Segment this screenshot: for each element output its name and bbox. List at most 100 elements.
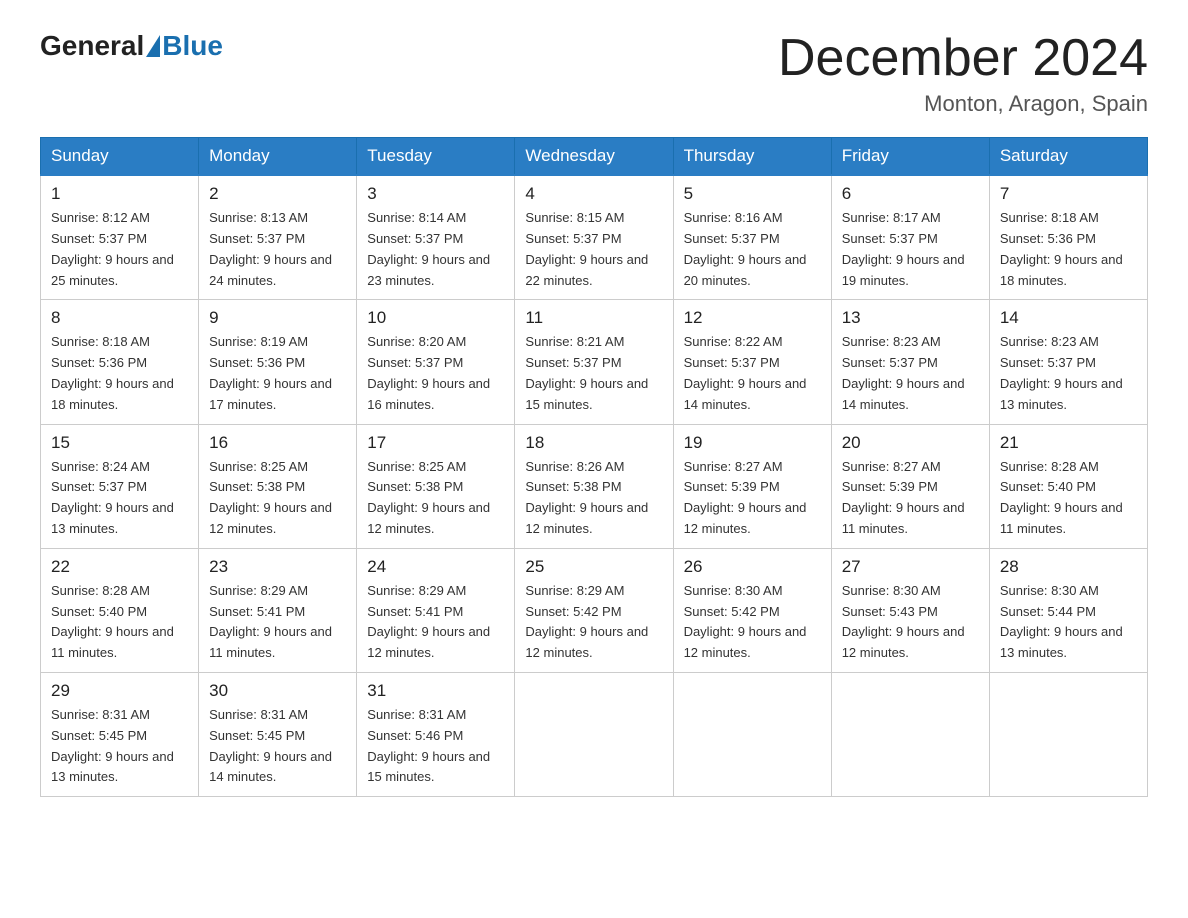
calendar-day-header: Monday — [199, 138, 357, 176]
calendar-cell: 29 Sunrise: 8:31 AM Sunset: 5:45 PM Dayl… — [41, 672, 199, 796]
day-info: Sunrise: 8:27 AM Sunset: 5:39 PM Dayligh… — [684, 457, 821, 540]
day-number: 29 — [51, 681, 188, 701]
day-number: 20 — [842, 433, 979, 453]
calendar-day-header: Thursday — [673, 138, 831, 176]
day-number: 11 — [525, 308, 662, 328]
calendar-cell — [989, 672, 1147, 796]
calendar-cell — [831, 672, 989, 796]
calendar-day-header: Sunday — [41, 138, 199, 176]
day-number: 25 — [525, 557, 662, 577]
day-number: 30 — [209, 681, 346, 701]
logo-blue-text: Blue — [162, 30, 223, 62]
calendar-cell: 21 Sunrise: 8:28 AM Sunset: 5:40 PM Dayl… — [989, 424, 1147, 548]
calendar-cell: 27 Sunrise: 8:30 AM Sunset: 5:43 PM Dayl… — [831, 548, 989, 672]
day-info: Sunrise: 8:30 AM Sunset: 5:44 PM Dayligh… — [1000, 581, 1137, 664]
day-info: Sunrise: 8:30 AM Sunset: 5:42 PM Dayligh… — [684, 581, 821, 664]
day-info: Sunrise: 8:31 AM Sunset: 5:45 PM Dayligh… — [51, 705, 188, 788]
calendar-cell: 20 Sunrise: 8:27 AM Sunset: 5:39 PM Dayl… — [831, 424, 989, 548]
logo-triangle-icon — [146, 35, 160, 57]
calendar-week-row: 1 Sunrise: 8:12 AM Sunset: 5:37 PM Dayli… — [41, 175, 1148, 300]
day-number: 9 — [209, 308, 346, 328]
calendar-cell: 16 Sunrise: 8:25 AM Sunset: 5:38 PM Dayl… — [199, 424, 357, 548]
day-info: Sunrise: 8:29 AM Sunset: 5:41 PM Dayligh… — [209, 581, 346, 664]
day-number: 4 — [525, 184, 662, 204]
day-info: Sunrise: 8:30 AM Sunset: 5:43 PM Dayligh… — [842, 581, 979, 664]
day-number: 21 — [1000, 433, 1137, 453]
day-number: 19 — [684, 433, 821, 453]
calendar-week-row: 15 Sunrise: 8:24 AM Sunset: 5:37 PM Dayl… — [41, 424, 1148, 548]
day-info: Sunrise: 8:14 AM Sunset: 5:37 PM Dayligh… — [367, 208, 504, 291]
day-info: Sunrise: 8:31 AM Sunset: 5:46 PM Dayligh… — [367, 705, 504, 788]
calendar-cell: 13 Sunrise: 8:23 AM Sunset: 5:37 PM Dayl… — [831, 300, 989, 424]
calendar-week-row: 22 Sunrise: 8:28 AM Sunset: 5:40 PM Dayl… — [41, 548, 1148, 672]
calendar-cell: 11 Sunrise: 8:21 AM Sunset: 5:37 PM Dayl… — [515, 300, 673, 424]
calendar-cell: 17 Sunrise: 8:25 AM Sunset: 5:38 PM Dayl… — [357, 424, 515, 548]
calendar-cell: 18 Sunrise: 8:26 AM Sunset: 5:38 PM Dayl… — [515, 424, 673, 548]
calendar-cell: 26 Sunrise: 8:30 AM Sunset: 5:42 PM Dayl… — [673, 548, 831, 672]
day-info: Sunrise: 8:16 AM Sunset: 5:37 PM Dayligh… — [684, 208, 821, 291]
calendar-week-row: 8 Sunrise: 8:18 AM Sunset: 5:36 PM Dayli… — [41, 300, 1148, 424]
calendar-cell: 8 Sunrise: 8:18 AM Sunset: 5:36 PM Dayli… — [41, 300, 199, 424]
calendar-day-header: Tuesday — [357, 138, 515, 176]
day-number: 27 — [842, 557, 979, 577]
day-info: Sunrise: 8:21 AM Sunset: 5:37 PM Dayligh… — [525, 332, 662, 415]
day-info: Sunrise: 8:22 AM Sunset: 5:37 PM Dayligh… — [684, 332, 821, 415]
calendar-cell — [673, 672, 831, 796]
day-number: 16 — [209, 433, 346, 453]
day-number: 13 — [842, 308, 979, 328]
day-number: 2 — [209, 184, 346, 204]
calendar-table: SundayMondayTuesdayWednesdayThursdayFrid… — [40, 137, 1148, 797]
day-info: Sunrise: 8:18 AM Sunset: 5:36 PM Dayligh… — [1000, 208, 1137, 291]
calendar-cell: 12 Sunrise: 8:22 AM Sunset: 5:37 PM Dayl… — [673, 300, 831, 424]
day-number: 6 — [842, 184, 979, 204]
day-info: Sunrise: 8:20 AM Sunset: 5:37 PM Dayligh… — [367, 332, 504, 415]
day-info: Sunrise: 8:31 AM Sunset: 5:45 PM Dayligh… — [209, 705, 346, 788]
day-number: 8 — [51, 308, 188, 328]
day-number: 15 — [51, 433, 188, 453]
calendar-cell: 14 Sunrise: 8:23 AM Sunset: 5:37 PM Dayl… — [989, 300, 1147, 424]
day-number: 18 — [525, 433, 662, 453]
calendar-cell: 1 Sunrise: 8:12 AM Sunset: 5:37 PM Dayli… — [41, 175, 199, 300]
calendar-cell: 23 Sunrise: 8:29 AM Sunset: 5:41 PM Dayl… — [199, 548, 357, 672]
calendar-cell: 30 Sunrise: 8:31 AM Sunset: 5:45 PM Dayl… — [199, 672, 357, 796]
calendar-cell: 31 Sunrise: 8:31 AM Sunset: 5:46 PM Dayl… — [357, 672, 515, 796]
calendar-cell: 19 Sunrise: 8:27 AM Sunset: 5:39 PM Dayl… — [673, 424, 831, 548]
calendar-header-row: SundayMondayTuesdayWednesdayThursdayFrid… — [41, 138, 1148, 176]
calendar-cell: 10 Sunrise: 8:20 AM Sunset: 5:37 PM Dayl… — [357, 300, 515, 424]
calendar-cell: 5 Sunrise: 8:16 AM Sunset: 5:37 PM Dayli… — [673, 175, 831, 300]
day-info: Sunrise: 8:27 AM Sunset: 5:39 PM Dayligh… — [842, 457, 979, 540]
calendar-cell: 28 Sunrise: 8:30 AM Sunset: 5:44 PM Dayl… — [989, 548, 1147, 672]
month-title: December 2024 — [778, 30, 1148, 87]
day-info: Sunrise: 8:23 AM Sunset: 5:37 PM Dayligh… — [1000, 332, 1137, 415]
day-info: Sunrise: 8:26 AM Sunset: 5:38 PM Dayligh… — [525, 457, 662, 540]
day-number: 1 — [51, 184, 188, 204]
day-number: 12 — [684, 308, 821, 328]
location-title: Monton, Aragon, Spain — [778, 91, 1148, 117]
day-info: Sunrise: 8:29 AM Sunset: 5:41 PM Dayligh… — [367, 581, 504, 664]
day-number: 5 — [684, 184, 821, 204]
calendar-cell: 7 Sunrise: 8:18 AM Sunset: 5:36 PM Dayli… — [989, 175, 1147, 300]
day-number: 22 — [51, 557, 188, 577]
calendar-day-header: Wednesday — [515, 138, 673, 176]
calendar-cell: 6 Sunrise: 8:17 AM Sunset: 5:37 PM Dayli… — [831, 175, 989, 300]
calendar-cell: 24 Sunrise: 8:29 AM Sunset: 5:41 PM Dayl… — [357, 548, 515, 672]
calendar-cell: 4 Sunrise: 8:15 AM Sunset: 5:37 PM Dayli… — [515, 175, 673, 300]
day-number: 10 — [367, 308, 504, 328]
calendar-cell: 2 Sunrise: 8:13 AM Sunset: 5:37 PM Dayli… — [199, 175, 357, 300]
day-info: Sunrise: 8:24 AM Sunset: 5:37 PM Dayligh… — [51, 457, 188, 540]
calendar-cell: 25 Sunrise: 8:29 AM Sunset: 5:42 PM Dayl… — [515, 548, 673, 672]
calendar-day-header: Friday — [831, 138, 989, 176]
day-info: Sunrise: 8:18 AM Sunset: 5:36 PM Dayligh… — [51, 332, 188, 415]
calendar-cell — [515, 672, 673, 796]
day-info: Sunrise: 8:25 AM Sunset: 5:38 PM Dayligh… — [367, 457, 504, 540]
calendar-cell: 3 Sunrise: 8:14 AM Sunset: 5:37 PM Dayli… — [357, 175, 515, 300]
day-number: 31 — [367, 681, 504, 701]
day-number: 17 — [367, 433, 504, 453]
title-area: December 2024 Monton, Aragon, Spain — [778, 30, 1148, 117]
calendar-day-header: Saturday — [989, 138, 1147, 176]
day-number: 7 — [1000, 184, 1137, 204]
day-number: 24 — [367, 557, 504, 577]
day-info: Sunrise: 8:25 AM Sunset: 5:38 PM Dayligh… — [209, 457, 346, 540]
logo: General Blue — [40, 30, 223, 62]
calendar-cell: 22 Sunrise: 8:28 AM Sunset: 5:40 PM Dayl… — [41, 548, 199, 672]
